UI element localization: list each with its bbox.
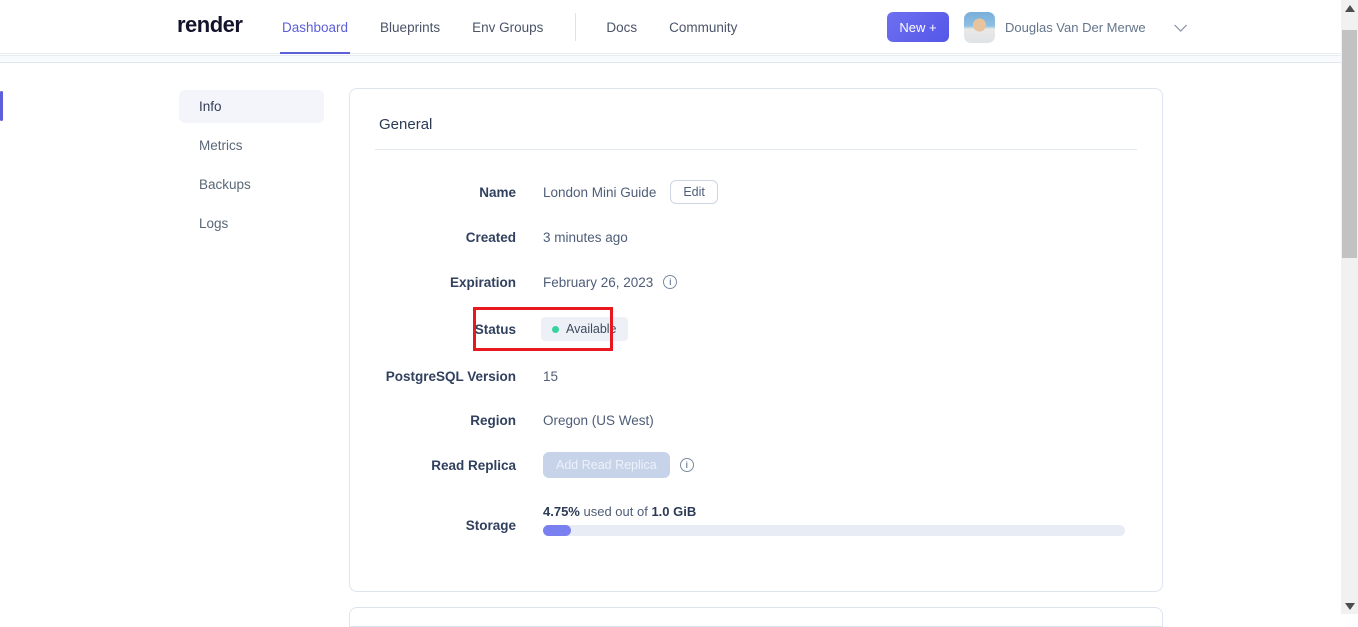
row-read-replica: Read Replica Add Read Replica i: [350, 452, 1162, 478]
render-logo[interactable]: render: [177, 12, 243, 38]
next-card-top-edge: [349, 607, 1163, 627]
read-replica-label: Read Replica: [431, 457, 516, 473]
avatar[interactable]: [964, 11, 995, 43]
vertical-scrollbar[interactable]: [1341, 0, 1358, 614]
user-name: Douglas Van Der Merwe: [1005, 19, 1146, 35]
sidebar-item-metrics[interactable]: Metrics: [179, 129, 324, 162]
status-dot-icon: [552, 325, 559, 333]
expiration-info-icon[interactable]: i: [663, 275, 678, 289]
row-region: Region Oregon (US West): [350, 408, 1162, 432]
content-top-strip: [0, 55, 1341, 63]
expiration-value: February 26, 2023: [543, 274, 654, 290]
add-read-replica-button: Add Read Replica: [543, 452, 670, 478]
scrollbar-up-arrow-icon[interactable]: [1345, 5, 1355, 12]
storage-total: 1.0 GiB: [651, 504, 697, 519]
status-badge-label: Available: [566, 322, 617, 336]
scrollbar-thumb[interactable]: [1342, 30, 1357, 258]
pg-version-value: 15: [543, 368, 559, 384]
row-status: Status Available: [350, 317, 1162, 341]
nav-right: New + Douglas Van Der Merwe: [887, 0, 1187, 54]
top-nav: render Dashboard Blueprints Env Groups D…: [0, 0, 1341, 54]
storage-progress-fill: [543, 525, 571, 536]
storage-usage-text: 4.75% used out of 1.0 GiB: [543, 504, 696, 519]
nav-link-docs[interactable]: Docs: [606, 0, 637, 54]
general-card: General Name London Mini Guide Edit Crea…: [349, 88, 1163, 592]
nav-link-blueprints[interactable]: Blueprints: [380, 0, 440, 54]
sidebar-active-accent: [0, 91, 3, 121]
status-badge: Available: [541, 317, 628, 341]
row-expiration: Expiration February 26, 2023 i: [350, 270, 1162, 294]
sidebar-item-backups[interactable]: Backups: [179, 168, 324, 201]
chevron-down-icon[interactable]: [1173, 18, 1187, 32]
region-value: Oregon (US West): [543, 412, 654, 428]
nav-divider: [575, 13, 577, 41]
created-value: 3 minutes ago: [543, 229, 628, 245]
nav-link-dashboard[interactable]: Dashboard: [279, 0, 351, 54]
expiration-label: Expiration: [449, 274, 516, 290]
nav-link-community[interactable]: Community: [669, 0, 737, 54]
region-label: Region: [470, 412, 516, 428]
edit-name-button[interactable]: Edit: [670, 180, 718, 204]
row-name: Name London Mini Guide Edit: [350, 180, 1162, 204]
row-pg-version: PostgreSQL Version 15: [350, 364, 1162, 388]
sidebar-item-info[interactable]: Info: [179, 90, 324, 123]
nav-links: Dashboard Blueprints Env Groups Docs Com…: [279, 0, 769, 54]
pg-version-label: PostgreSQL Version: [385, 368, 516, 384]
row-created: Created 3 minutes ago: [350, 225, 1162, 249]
storage-progress-bar: [543, 525, 1125, 536]
card-title-divider: [375, 149, 1137, 150]
storage-middle-text: used out of: [579, 504, 652, 519]
read-replica-info-icon[interactable]: i: [679, 458, 694, 472]
status-label: Status: [474, 321, 516, 337]
sidebar: Info Metrics Backups Logs: [179, 90, 324, 246]
storage-label: Storage: [465, 517, 516, 533]
card-title: General: [379, 116, 433, 133]
name-value: London Mini Guide: [543, 184, 657, 200]
storage-used-pct: 4.75%: [543, 504, 580, 519]
name-label: Name: [479, 184, 516, 200]
sidebar-item-logs[interactable]: Logs: [179, 207, 324, 240]
new-button[interactable]: New +: [887, 12, 949, 42]
nav-link-env-groups[interactable]: Env Groups: [472, 0, 543, 54]
scrollbar-down-arrow-icon[interactable]: [1345, 603, 1355, 610]
created-label: Created: [465, 229, 516, 245]
